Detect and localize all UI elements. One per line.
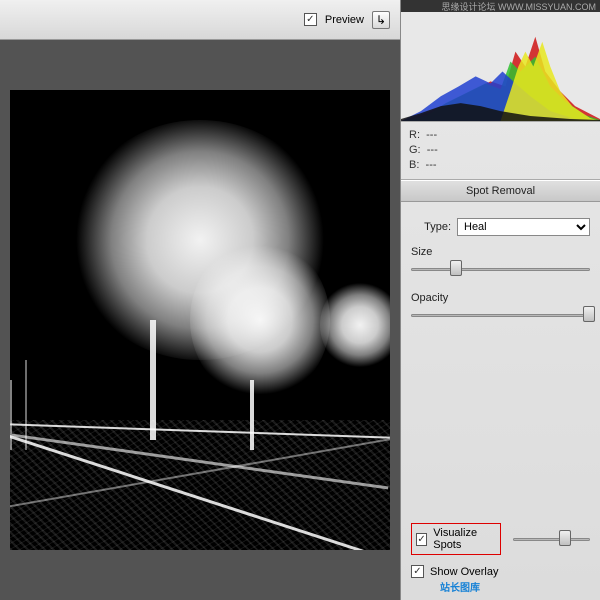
visualize-spots-checkbox[interactable]: ✓ (416, 533, 427, 546)
type-select[interactable]: Heal (457, 218, 590, 236)
histogram[interactable] (401, 12, 600, 122)
visualize-spots-label: Visualize Spots (433, 527, 496, 551)
preview-checkbox[interactable]: ✓ (304, 13, 317, 26)
rgb-readout: R: --- G: --- B: --- (401, 122, 600, 180)
visualize-spots-slider[interactable] (513, 532, 590, 546)
size-label: Size (411, 246, 590, 258)
preview-label: Preview (325, 14, 364, 26)
size-slider[interactable] (411, 262, 590, 276)
preview-canvas[interactable] (0, 40, 400, 600)
watermark-top: 思缘设计论坛 WWW.MISSYUAN.COM (401, 0, 600, 12)
show-overlay-checkbox[interactable]: ✓ (411, 565, 424, 578)
show-overlay-label: Show Overlay (430, 566, 498, 578)
opacity-slider[interactable] (411, 308, 590, 322)
opacity-label: Opacity (411, 292, 590, 304)
image-preview (10, 90, 390, 550)
type-label: Type: (411, 221, 451, 233)
export-icon[interactable]: ↳ (372, 11, 390, 29)
spot-removal-header[interactable]: Spot Removal (401, 180, 600, 202)
